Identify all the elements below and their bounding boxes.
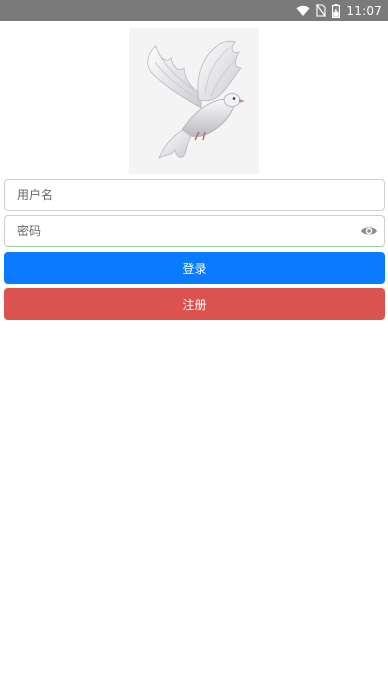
password-field[interactable] <box>4 215 385 247</box>
register-button[interactable]: 注册 <box>4 288 385 320</box>
wifi-icon <box>296 5 310 17</box>
status-bar: 11:07 <box>0 0 388 21</box>
dove-logo <box>129 28 259 174</box>
status-time: 11:07 <box>346 3 382 18</box>
password-input[interactable] <box>5 216 384 246</box>
eye-icon[interactable] <box>360 223 378 239</box>
no-sim-icon <box>316 4 327 17</box>
status-icons: 11:07 <box>296 0 382 21</box>
battery-charging-icon <box>332 3 341 18</box>
login-button[interactable]: 登录 <box>4 252 385 284</box>
username-input[interactable] <box>5 180 384 210</box>
username-field[interactable] <box>4 179 385 211</box>
